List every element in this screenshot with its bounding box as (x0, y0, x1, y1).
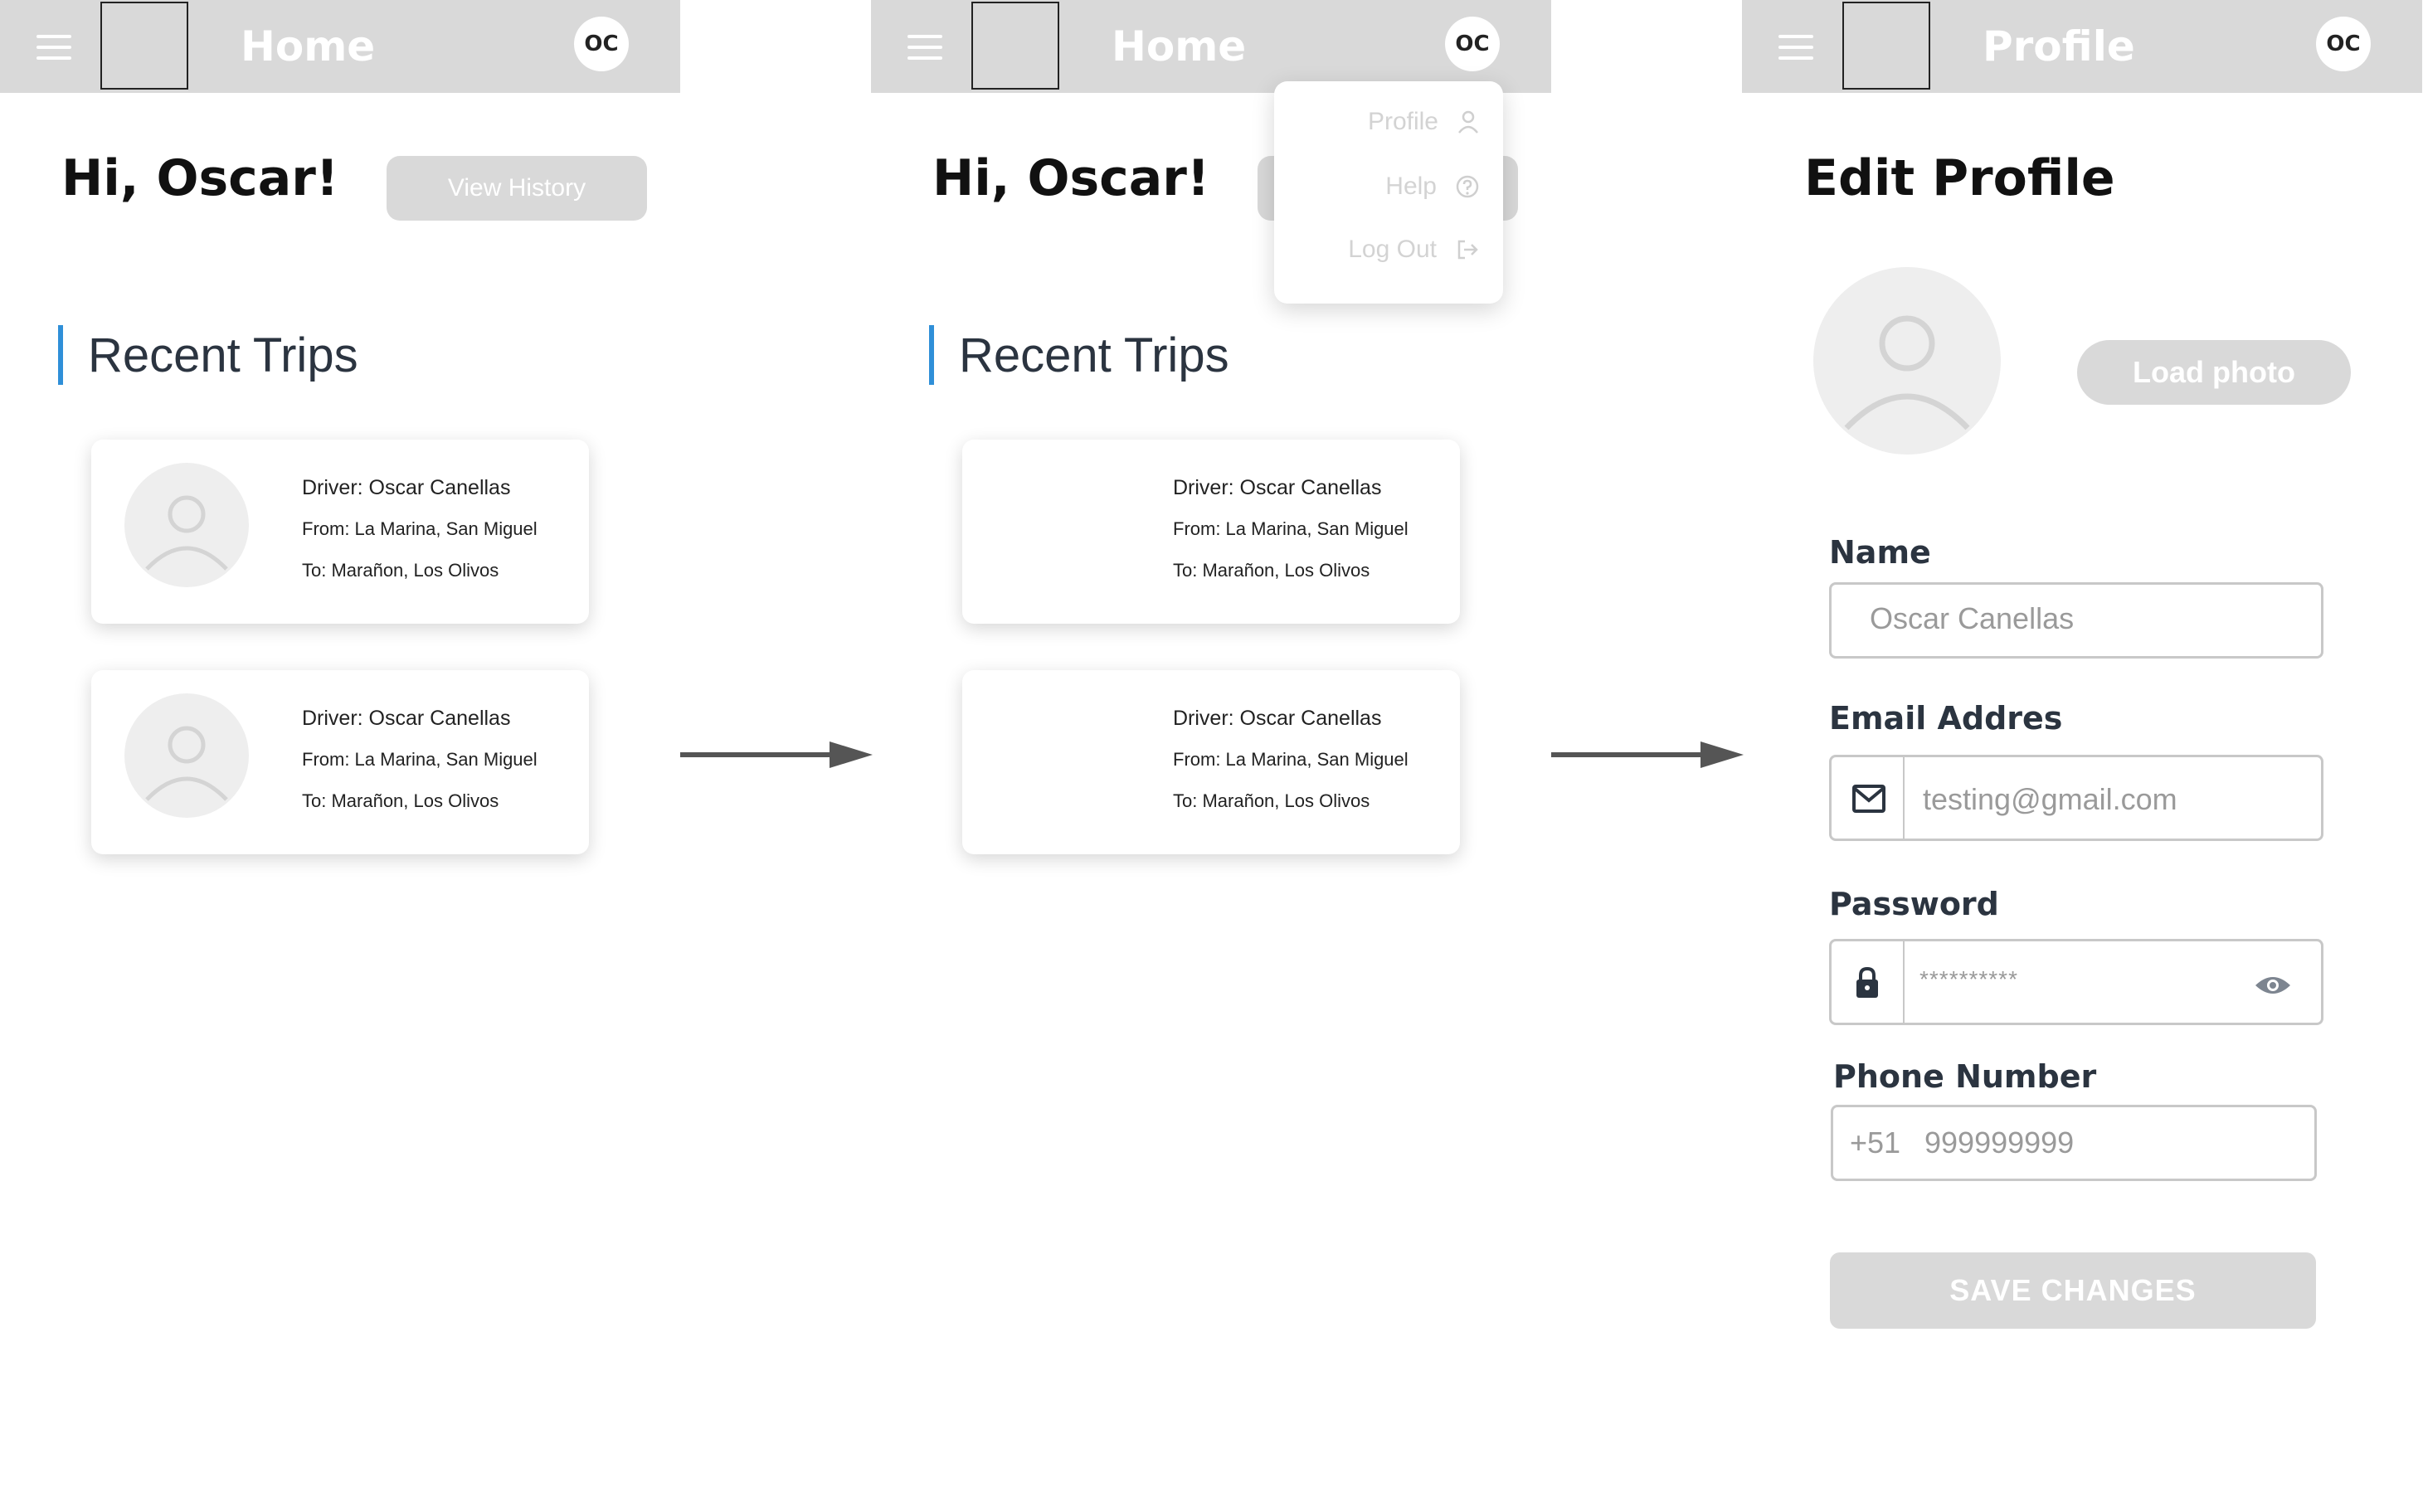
password-field[interactable]: ********** (1829, 939, 2323, 1025)
phone-label: Phone Number (1833, 1058, 2097, 1095)
lock-icon (1856, 966, 1878, 998)
profile-photo-icon (1813, 267, 2001, 455)
menu-item-help[interactable]: Help (1385, 173, 1480, 201)
password-label: Password (1829, 886, 1999, 922)
trip-driver: Driver: Oscar Canellas (302, 476, 511, 499)
logo-placeholder (100, 2, 188, 90)
trip-driver: Driver: Oscar Canellas (1173, 476, 1382, 499)
top-bar-title: Profile (1983, 22, 2135, 70)
menu-item-profile[interactable]: Profile (1368, 108, 1480, 136)
logo-placeholder (971, 2, 1059, 90)
section-accent-bar (58, 325, 63, 385)
eye-icon[interactable] (2253, 973, 2293, 998)
greeting: Hi, Oscar! (932, 149, 1210, 207)
trip-from: From: La Marina, San Miguel (1173, 749, 1409, 770)
trip-from: From: La Marina, San Miguel (302, 749, 538, 770)
top-bar-title: Home (241, 22, 376, 70)
trip-card[interactable]: Driver: Oscar Canellas From: La Marina, … (91, 670, 589, 854)
help-circle-icon (1456, 175, 1479, 198)
save-changes-button[interactable]: SAVE CHANGES (1830, 1252, 2316, 1329)
logout-icon (1457, 240, 1478, 260)
top-bar-title: Home (1112, 22, 1247, 70)
avatar-button[interactable]: OC (2316, 17, 2371, 71)
trip-to: To: Marañon, Los Olivos (302, 560, 499, 581)
top-bar: Home OC (871, 0, 1551, 93)
trip-driver: Driver: Oscar Canellas (302, 707, 511, 730)
section-title: Recent Trips (959, 328, 1229, 382)
menu-icon[interactable] (1778, 35, 1813, 60)
name-label: Name (1829, 534, 1931, 571)
top-bar: Home OC (0, 0, 680, 93)
trip-driver: Driver: Oscar Canellas (1173, 707, 1382, 730)
trip-from: From: La Marina, San Miguel (302, 518, 538, 539)
menu-icon[interactable] (36, 35, 71, 60)
top-bar: Profile OC (1742, 0, 2422, 93)
load-photo-button[interactable]: Load photo (2077, 340, 2351, 405)
user-icon (1458, 110, 1478, 134)
menu-item-logout[interactable]: Log Out (1348, 236, 1480, 264)
driver-avatar-icon (124, 693, 249, 818)
flow-arrow-icon (1551, 741, 1744, 768)
phone-field[interactable]: +51 999999999 (1831, 1105, 2317, 1181)
phone-prefix: +51 (1850, 1125, 1901, 1160)
page-title: Edit Profile (1804, 149, 2115, 207)
section-accent-bar (929, 325, 934, 385)
trip-from: From: La Marina, San Miguel (1173, 518, 1409, 539)
mail-icon (1852, 785, 1885, 813)
email-label: Email Addres (1829, 700, 2063, 737)
trip-card[interactable]: Driver: Oscar Canellas From: La Marina, … (962, 440, 1460, 624)
phone-value: 999999999 (1924, 1125, 2075, 1160)
avatar-button[interactable]: OC (1445, 17, 1500, 71)
section-title: Recent Trips (88, 328, 358, 382)
greeting: Hi, Oscar! (61, 149, 339, 207)
trip-to: To: Marañon, Los Olivos (1173, 790, 1370, 811)
logo-placeholder (1842, 2, 1930, 90)
name-field[interactable]: Oscar Canellas (1829, 582, 2323, 659)
email-field[interactable]: testing@gmail.com (1829, 755, 2323, 841)
user-menu-dropdown: Profile Help Log Out (1274, 81, 1503, 304)
trip-card[interactable]: Driver: Oscar Canellas From: La Marina, … (91, 440, 589, 624)
flow-arrow-icon (680, 741, 873, 768)
trip-to: To: Marañon, Los Olivos (1173, 560, 1370, 581)
trip-card[interactable]: Driver: Oscar Canellas From: La Marina, … (962, 670, 1460, 854)
driver-avatar-icon (124, 463, 249, 587)
trip-to: To: Marañon, Los Olivos (302, 790, 499, 811)
menu-icon[interactable] (907, 35, 942, 60)
home-screen: Home OC Hi, Oscar! View History Recent T… (0, 0, 680, 1512)
view-history-button[interactable]: View History (387, 156, 647, 221)
avatar-button[interactable]: OC (574, 17, 629, 71)
